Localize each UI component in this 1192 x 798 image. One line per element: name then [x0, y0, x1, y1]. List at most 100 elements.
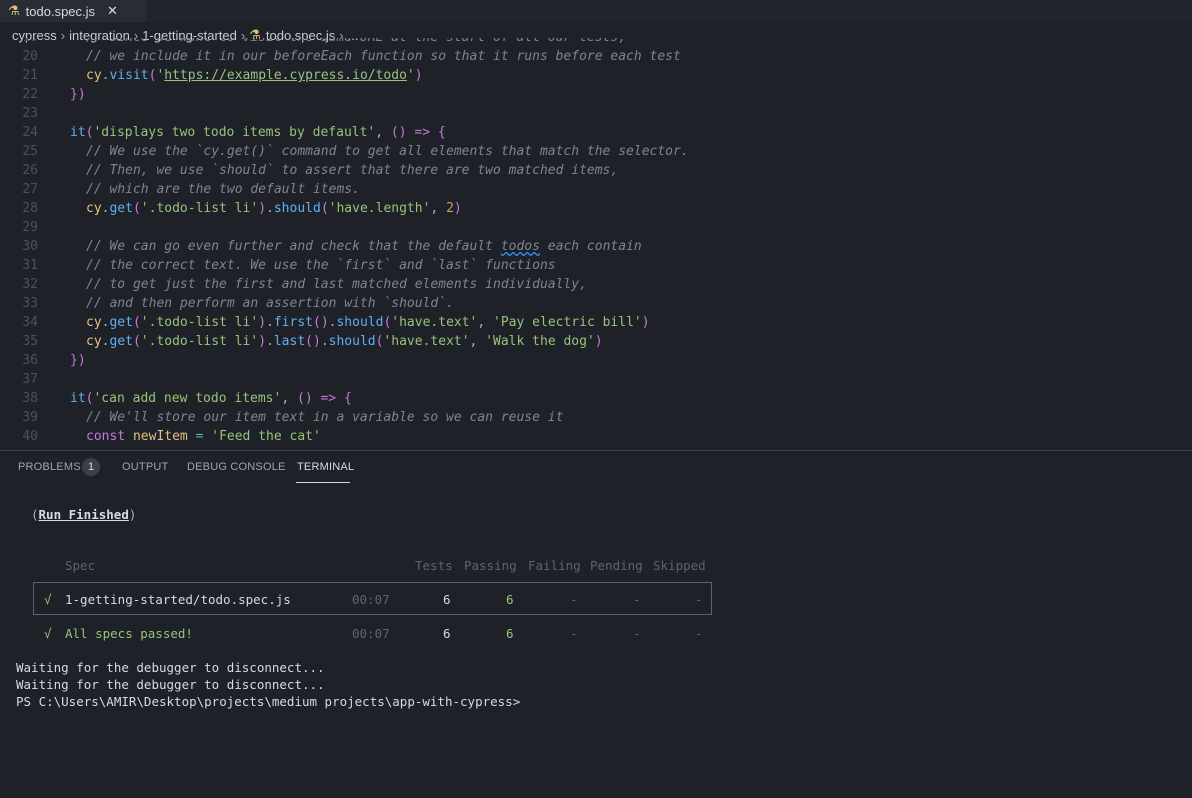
code-line[interactable]: 32 // to get just the first and last matc… — [0, 275, 1192, 294]
code-line[interactable]: 38 it('can add new todo items', () => { — [0, 389, 1192, 408]
header-spec: Spec — [65, 558, 96, 573]
tab-title: todo.spec.js — [25, 3, 96, 19]
tab-output[interactable]: OUTPUT — [122, 461, 168, 473]
run-finished-line: (Run Finished) — [31, 507, 137, 522]
spec-failing: - — [570, 592, 578, 607]
line-number: 36 — [22, 353, 38, 368]
code-line[interactable]: 29 — [0, 218, 1192, 237]
code-line[interactable]: 39 // We'll store our item text in a vari… — [0, 408, 1192, 427]
terminal-output-line: Waiting for the debugger to disconnect..… — [16, 660, 325, 675]
code-text: cy.get('.todo-list li').first().should('… — [86, 315, 650, 330]
line-number: 30 — [22, 239, 38, 254]
line-number: 35 — [22, 334, 38, 349]
active-tab-indicator — [296, 482, 350, 483]
check-icon: √ — [44, 592, 52, 607]
line-number: 31 — [22, 258, 38, 273]
summary-passing: 6 — [506, 626, 514, 641]
tab-debug-console[interactable]: DEBUG CONSOLE — [187, 461, 286, 473]
line-number: 19 — [0, 38, 38, 47]
header-skipped: Skipped — [653, 558, 706, 573]
code-line[interactable]: 27 // which are the two default items. — [0, 180, 1192, 199]
run-finished-label: Run Finished — [38, 507, 129, 522]
tab-terminal[interactable]: TERMINAL — [297, 461, 354, 473]
line-number: 40 — [22, 429, 38, 444]
code-text: // Then, we use `should` to assert that … — [86, 163, 619, 178]
code-text: cy.get('.todo-list li').should('have.len… — [86, 201, 462, 216]
code-line[interactable]: 36}) — [0, 351, 1192, 370]
code-text: }) — [70, 87, 86, 102]
line-number: 39 — [22, 410, 38, 425]
code-line[interactable]: 21 cy.visit('https://example.cypress.io/t… — [0, 66, 1192, 85]
code-line[interactable]: 24 it('displays two todo items by default… — [0, 123, 1192, 142]
code-line[interactable]: 25 // We use the `cy.get()` command to ge… — [0, 142, 1192, 161]
line-number: 29 — [22, 220, 38, 235]
code-line[interactable]: 20 // we include it in our beforeEach fun… — [0, 47, 1192, 66]
summary-skipped: - — [695, 626, 703, 641]
line-number: 26 — [22, 163, 38, 178]
code-text: // which are the two default items. — [86, 182, 360, 197]
code-text: // and then perform an assertion with `s… — [86, 296, 454, 311]
code-line[interactable]: 28 cy.get('.todo-list li').should('have.l… — [0, 199, 1192, 218]
code-line[interactable]: 22}) — [0, 85, 1192, 104]
line-number: 21 — [22, 68, 38, 83]
code-line[interactable]: 23 — [0, 104, 1192, 123]
summary-tests: 6 — [443, 626, 451, 641]
bottom-panel: PROBLEMS OUTPUT DEBUG CONSOLE TERMINAL — [0, 450, 1192, 798]
code-text: }) — [70, 353, 86, 368]
line-number: 20 — [22, 49, 38, 64]
line-number: 38 — [22, 391, 38, 406]
code-line[interactable]: 35 cy.get('.todo-list li').last().should(… — [0, 332, 1192, 351]
code-text: it('displays two todo items by default',… — [70, 125, 446, 140]
tab-problems[interactable]: PROBLEMS — [18, 461, 81, 473]
line-number: 25 — [22, 144, 38, 159]
line-number: 32 — [22, 277, 38, 292]
line-number: 27 — [22, 182, 38, 197]
code-text: it('can add new todo items', () => { — [70, 391, 352, 406]
check-icon: √ — [44, 626, 52, 641]
header-passing: Passing — [464, 558, 517, 573]
spec-pending: - — [633, 592, 641, 607]
code-text: // we include it in our beforeEach funct… — [86, 49, 681, 64]
close-icon[interactable]: ✕ — [107, 3, 118, 19]
tab-todo-spec[interactable]: ⚗ todo.spec.js ✕ — [0, 0, 146, 22]
editor-tab-bar: ⚗ todo.spec.js ✕ — [0, 0, 1192, 22]
code-editor[interactable]: 19 // Since we want to visit the same URL… — [0, 38, 1192, 450]
code-line[interactable]: 19 // Since we want to visit the same URL… — [0, 38, 1192, 47]
spec-name: 1-getting-started/todo.spec.js — [65, 592, 291, 607]
spec-tests: 6 — [443, 592, 451, 607]
code-line[interactable]: 33 // and then perform an assertion with … — [0, 294, 1192, 313]
code-line[interactable]: 26 // Then, we use `should` to assert tha… — [0, 161, 1192, 180]
terminal-prompt[interactable]: PS C:\Users\AMIR\Desktop\projects\medium… — [16, 694, 520, 709]
code-text: // the correct text. We use the `first` … — [86, 258, 556, 273]
problems-count-badge: 1 — [82, 458, 100, 476]
line-number: 33 — [22, 296, 38, 311]
code-text: cy.get('.todo-list li').last().should('h… — [86, 334, 603, 349]
line-number: 24 — [22, 125, 38, 140]
line-number: 37 — [22, 372, 38, 387]
line-number: 34 — [22, 315, 38, 330]
line-number: 28 — [22, 201, 38, 216]
code-line[interactable]: 31 // the correct text. We use the `first… — [0, 256, 1192, 275]
summary-label: All specs passed! — [65, 626, 193, 641]
spec-skipped: - — [695, 592, 703, 607]
summary-pending: - — [633, 626, 641, 641]
code-line[interactable]: 40 const newItem = 'Feed the cat' — [0, 427, 1192, 446]
header-pending: Pending — [590, 558, 643, 573]
code-text: // to get just the first and last matche… — [86, 277, 587, 292]
flask-icon: ⚗ — [8, 3, 20, 18]
header-tests: Tests — [415, 558, 453, 573]
code-line[interactable]: 30 // We can go even further and check th… — [0, 237, 1192, 256]
code-text: // We'll store our item text in a variab… — [86, 410, 564, 425]
terminal-output-line: Waiting for the debugger to disconnect..… — [16, 677, 325, 692]
line-number: 23 — [22, 106, 38, 121]
line-number: 22 — [22, 87, 38, 102]
spec-duration: 00:07 — [352, 592, 390, 607]
code-text: // Since we want to visit the same URL a… — [86, 38, 626, 47]
code-text: // We can go even further and check that… — [86, 239, 642, 254]
code-line[interactable]: 37 — [0, 370, 1192, 389]
code-text: // We use the `cy.get()` command to get … — [86, 144, 689, 159]
summary-duration: 00:07 — [352, 626, 390, 641]
code-text: const newItem = 'Feed the cat' — [86, 429, 321, 444]
code-line[interactable]: 34 cy.get('.todo-list li').first().should… — [0, 313, 1192, 332]
summary-failing: - — [570, 626, 578, 641]
